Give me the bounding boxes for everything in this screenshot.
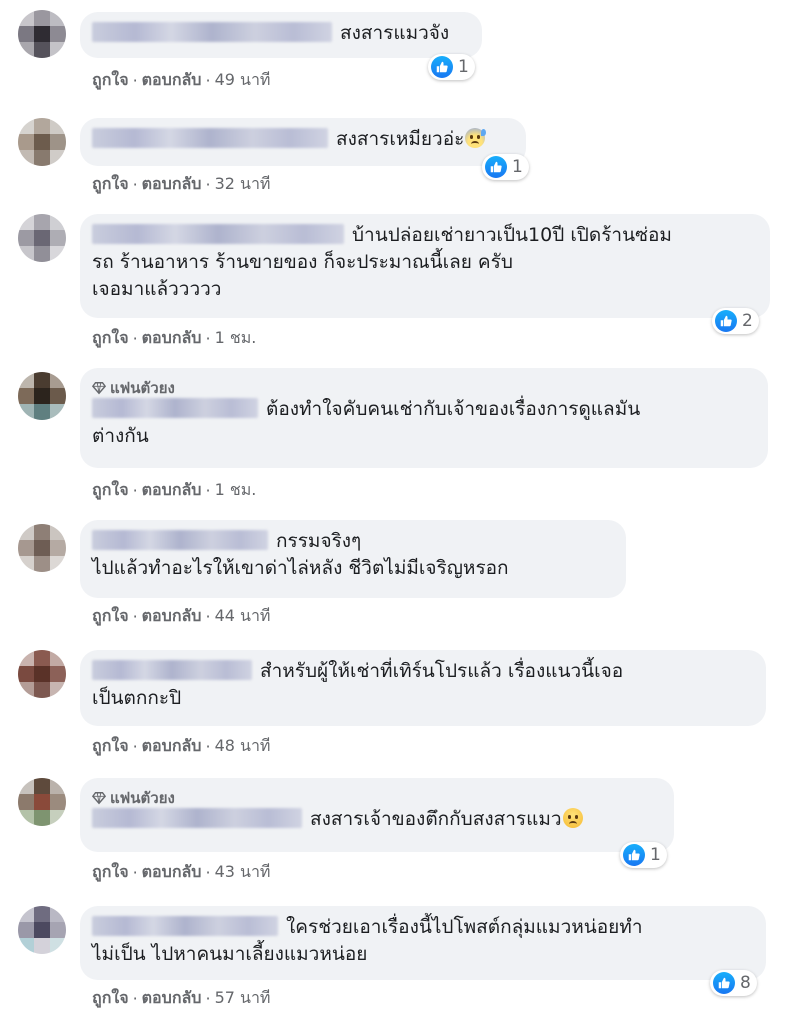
comment-bubble: สงสารแมวจัง <box>80 12 482 58</box>
reaction-count[interactable]: 1 <box>482 154 529 180</box>
comment-text: ต้องทำใจคับคนเช่ากับเจ้าของเรื่องการดูแล… <box>92 398 641 447</box>
avatar[interactable] <box>18 372 66 420</box>
reply-button[interactable]: ตอบกลับ <box>142 862 202 881</box>
comment-actions: ถูกใจ · ตอบกลับ · 57 นาที <box>92 988 271 1008</box>
comment-actions: ถูกใจ · ตอบกลับ · 49 นาที <box>92 70 271 90</box>
like-icon <box>431 56 453 78</box>
anxious-face-emoji <box>465 128 487 148</box>
like-button[interactable]: ถูกใจ <box>92 606 129 625</box>
comment-text: บ้านปล่อยเช่ายาวเป็น10ปี เปิดร้านซ่อม รถ … <box>92 224 672 300</box>
timestamp[interactable]: 49 นาที <box>215 70 271 89</box>
reaction-count[interactable]: 8 <box>710 970 757 996</box>
comment-text: สงสารเจ้าของตึกกับสงสารแมว <box>92 806 662 833</box>
comment-bubble: กรรมจริงๆ ไปแล้วทำอะไรให้เขาด่าไล่หลัง ชี… <box>80 520 626 598</box>
comment-actions: ถูกใจ · ตอบกลับ · 48 นาที <box>92 736 271 756</box>
top-fan-badge[interactable]: แฟนตัวยง <box>92 376 756 397</box>
like-button[interactable]: ถูกใจ <box>92 988 129 1007</box>
timestamp[interactable]: 57 นาที <box>215 988 271 1007</box>
like-button[interactable]: ถูกใจ <box>92 70 129 89</box>
reply-button[interactable]: ตอบกลับ <box>142 988 202 1007</box>
like-button[interactable]: ถูกใจ <box>92 736 129 755</box>
like-icon <box>623 844 645 866</box>
like-icon <box>715 310 737 332</box>
comment-actions: ถูกใจ · ตอบกลับ · 1 ชม. <box>92 480 257 500</box>
like-icon <box>485 156 507 178</box>
commenter-name[interactable] <box>92 224 344 244</box>
comment-actions: ถูกใจ · ตอบกลับ · 44 นาที <box>92 606 271 626</box>
avatar[interactable] <box>18 778 66 826</box>
comment-text: ใครช่วยเอาเรื่องนี้ไปโพสต์กลุ่มแมวหน่อยท… <box>92 916 643 965</box>
comment-actions: ถูกใจ · ตอบกลับ · 32 นาที <box>92 174 271 194</box>
comment-text: สงสารแมวจัง <box>92 20 470 47</box>
comment-bubble: แฟนตัวยง ต้องทำใจคับคนเช่ากับเจ้าของเรื่… <box>80 368 768 468</box>
timestamp[interactable]: 43 นาที <box>215 862 271 881</box>
avatar[interactable] <box>18 118 66 166</box>
diamond-icon <box>92 792 106 805</box>
commenter-name[interactable] <box>92 916 278 936</box>
reaction-count[interactable]: 1 <box>428 54 475 80</box>
timestamp[interactable]: 1 ชม. <box>215 328 257 347</box>
like-icon <box>713 972 735 994</box>
timestamp[interactable]: 44 นาที <box>215 606 271 625</box>
reply-button[interactable]: ตอบกลับ <box>142 480 202 499</box>
diamond-icon <box>92 382 106 395</box>
reply-button[interactable]: ตอบกลับ <box>142 328 202 347</box>
timestamp[interactable]: 1 ชม. <box>215 480 257 499</box>
comment-text: กรรมจริงๆ ไปแล้วทำอะไรให้เขาด่าไล่หลัง ชี… <box>92 530 509 579</box>
like-button[interactable]: ถูกใจ <box>92 862 129 881</box>
comment-bubble: สงสารเหมียวอ่ะ <box>80 118 526 166</box>
comment-actions: ถูกใจ · ตอบกลับ · 43 นาที <box>92 862 271 882</box>
comment-bubble: สำหรับผู้ให้เช่าที่เทิร์นโปรแล้ว เรื่องแ… <box>80 650 766 726</box>
commenter-name[interactable] <box>92 22 332 42</box>
avatar[interactable] <box>18 906 66 954</box>
avatar[interactable] <box>18 214 66 262</box>
commenter-name[interactable] <box>92 530 268 550</box>
commenter-name[interactable] <box>92 808 302 828</box>
comment-bubble: บ้านปล่อยเช่ายาวเป็น10ปี เปิดร้านซ่อม รถ … <box>80 214 770 318</box>
reply-button[interactable]: ตอบกลับ <box>142 70 202 89</box>
avatar[interactable] <box>18 650 66 698</box>
commenter-name[interactable] <box>92 660 252 680</box>
like-button[interactable]: ถูกใจ <box>92 174 129 193</box>
commenter-name[interactable] <box>92 398 258 418</box>
reaction-count[interactable]: 2 <box>712 308 759 334</box>
timestamp[interactable]: 48 นาที <box>215 736 271 755</box>
sad-face-emoji <box>562 808 583 828</box>
comment-actions: ถูกใจ · ตอบกลับ · 1 ชม. <box>92 328 257 348</box>
comment-text: สงสารเหมียวอ่ะ <box>92 126 514 153</box>
like-button[interactable]: ถูกใจ <box>92 480 129 499</box>
avatar[interactable] <box>18 10 66 58</box>
top-fan-badge[interactable]: แฟนตัวยง <box>92 786 662 807</box>
like-button[interactable]: ถูกใจ <box>92 328 129 347</box>
comment-bubble: แฟนตัวยง สงสารเจ้าของตึกกับสงสารแมว <box>80 778 674 852</box>
reply-button[interactable]: ตอบกลับ <box>142 174 202 193</box>
avatar[interactable] <box>18 524 66 572</box>
reaction-count[interactable]: 1 <box>620 842 667 868</box>
reply-button[interactable]: ตอบกลับ <box>142 736 202 755</box>
commenter-name[interactable] <box>92 128 328 148</box>
comment-text: สำหรับผู้ให้เช่าที่เทิร์นโปรแล้ว เรื่องแ… <box>92 660 624 709</box>
timestamp[interactable]: 32 นาที <box>215 174 271 193</box>
comment-bubble: ใครช่วยเอาเรื่องนี้ไปโพสต์กลุ่มแมวหน่อยท… <box>80 906 766 980</box>
reply-button[interactable]: ตอบกลับ <box>142 606 202 625</box>
